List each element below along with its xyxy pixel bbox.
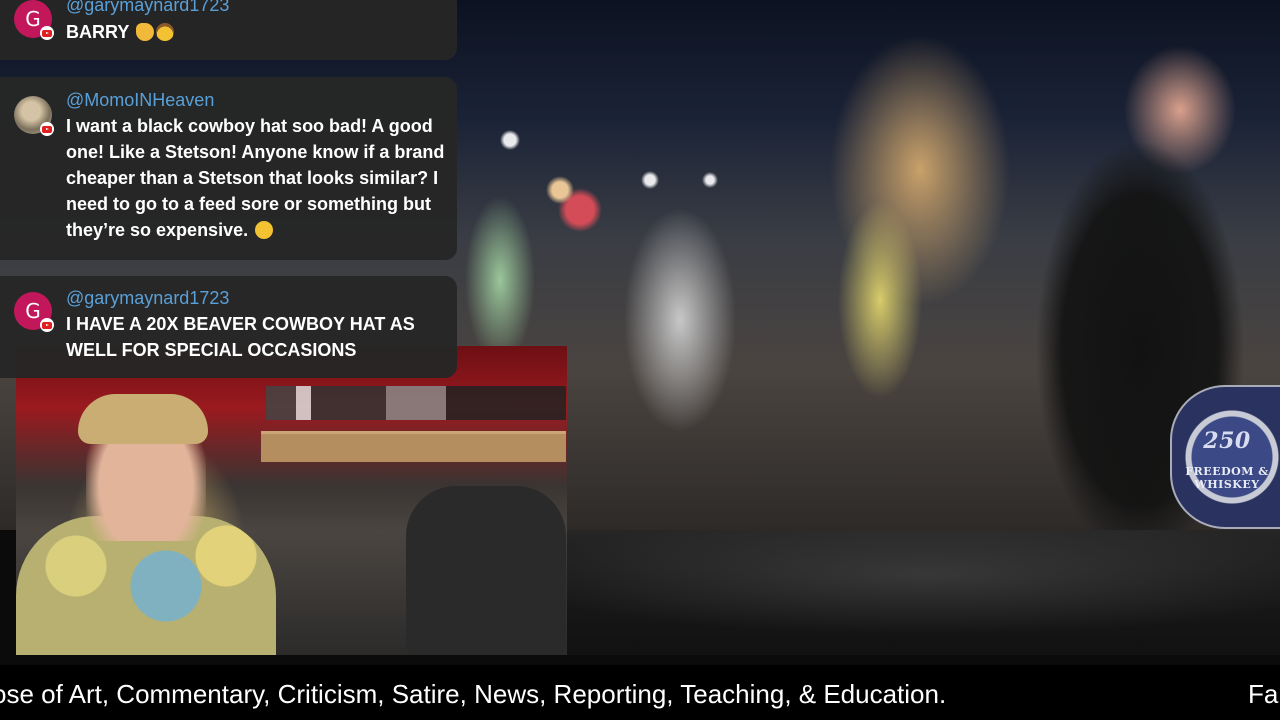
chat-author: @garymaynard1723 <box>66 288 230 308</box>
avatar: G <box>14 0 54 40</box>
youtube-icon <box>40 122 54 136</box>
webcam-streamer-hair <box>78 394 208 444</box>
youtube-icon <box>40 26 54 40</box>
chat-message: G @garymaynard1723 BARRY <box>0 0 457 60</box>
disclaimer-ticker: ose of Art, Commentary, Criticism, Satir… <box>0 665 1280 720</box>
avatar-letter: G <box>25 7 41 31</box>
avatar <box>14 96 54 136</box>
chat-text-row: I want a black cowboy hat soo bad! A goo… <box>66 113 448 243</box>
webcam-chair <box>406 486 566 655</box>
youtube-icon <box>40 318 54 332</box>
chat-text: I HAVE A 20X BEAVER COWBOY HAT AS WELL F… <box>66 314 415 360</box>
webcam-desk <box>261 431 566 462</box>
webcam-shelf <box>266 386 566 420</box>
street-lights <box>420 100 780 260</box>
freedom-whiskey-patch-logo: 250 FREEDOM & WHISKEY <box>1170 385 1280 529</box>
ticker-text-next: Fa <box>1248 679 1279 709</box>
video-lower-band <box>567 530 1280 655</box>
chat-text: BARRY <box>66 22 130 42</box>
patch-number: 250 <box>1203 428 1251 454</box>
chat-message: G @garymaynard1723 I HAVE A 20X BEAVER C… <box>0 276 457 378</box>
ticker-text: ose of Art, Commentary, Criticism, Satir… <box>0 679 947 709</box>
cowboy-face-icon <box>156 23 175 41</box>
avatar-letter: G <box>25 299 41 323</box>
avatar: G <box>14 292 54 332</box>
streamer-webcam <box>16 346 567 655</box>
thumbs-up-icon <box>136 23 155 41</box>
patch-label: FREEDOM & WHISKEY <box>1185 465 1269 491</box>
chat-text: I want a black cowboy hat soo bad! A goo… <box>66 116 445 240</box>
chat-message: @MomoINHeaven I want a black cowboy hat … <box>0 77 457 260</box>
chat-text-row: BARRY <box>66 19 448 45</box>
chat-author: @garymaynard1723 <box>66 0 230 15</box>
slightly-frowning-face-icon <box>255 221 274 239</box>
chat-author: @MomoINHeaven <box>66 90 215 110</box>
